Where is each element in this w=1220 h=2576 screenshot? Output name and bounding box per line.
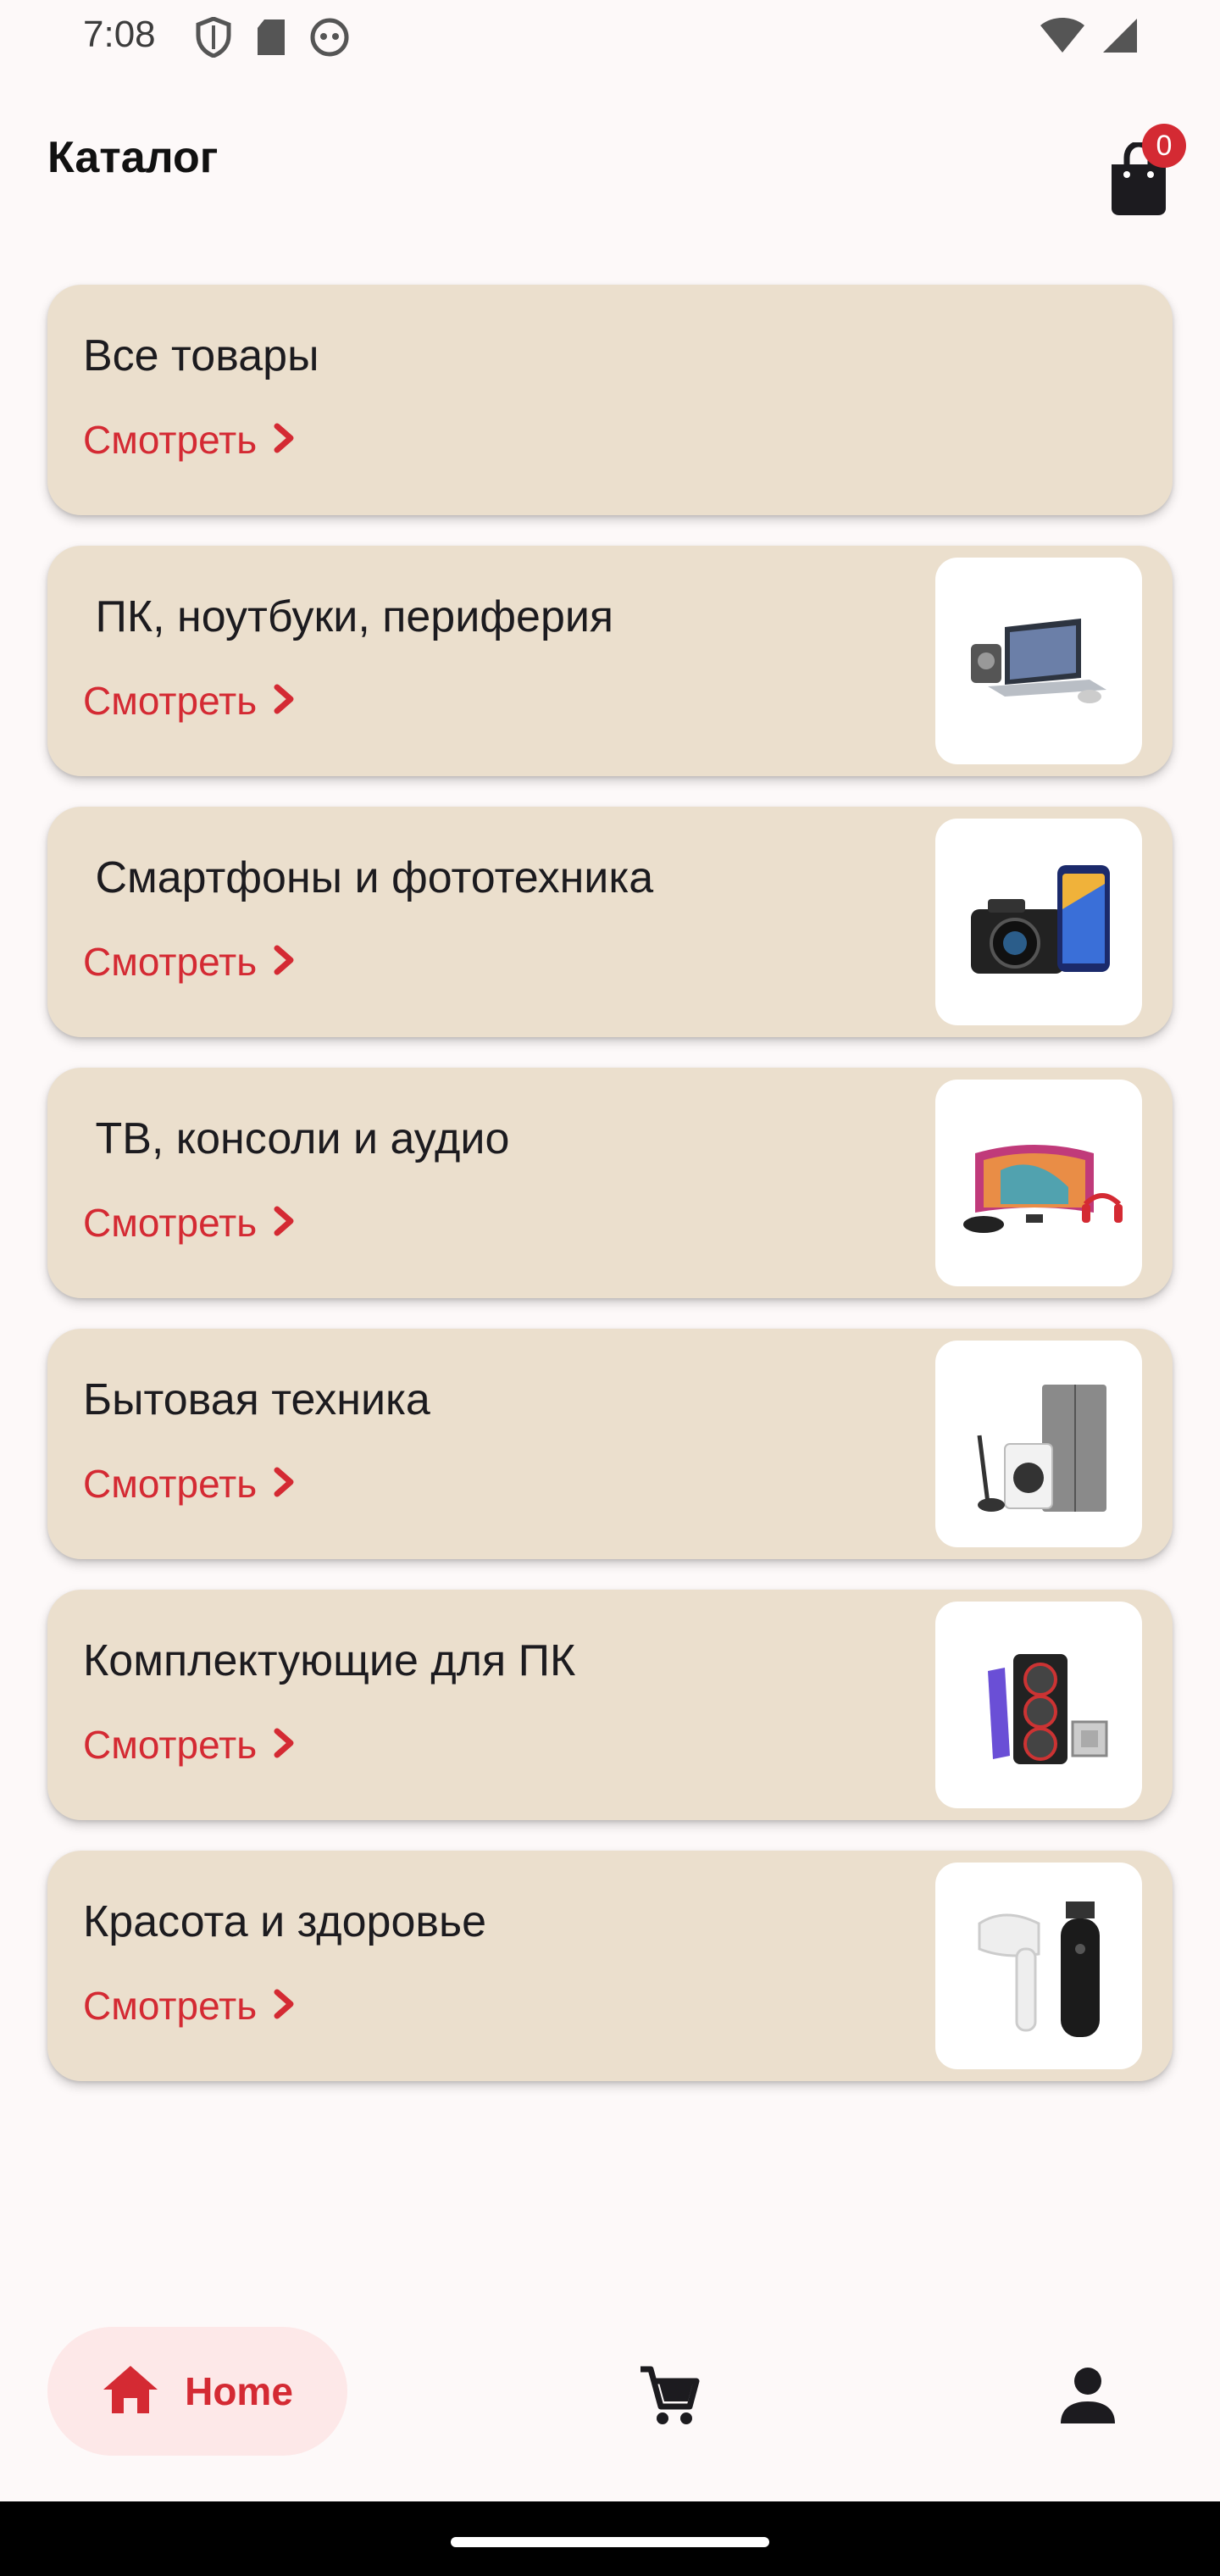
card-title: ТВ, консоли и аудио	[83, 1114, 510, 1163]
appliances-image	[935, 1341, 1142, 1547]
chevron-right-icon	[274, 417, 296, 463]
card-title: Красота и здоровье	[83, 1897, 487, 1946]
beauty-health-image	[935, 1863, 1142, 2069]
chevron-right-icon	[274, 939, 296, 985]
nav-cart-button[interactable]	[637, 2364, 702, 2429]
view-link[interactable]: Смотреть	[83, 417, 296, 463]
status-time: 7:08	[83, 14, 156, 55]
camera-smartphone-image	[935, 819, 1142, 1025]
card-title: Смартфоны и фототехника	[83, 853, 654, 902]
nav-home-label: Home	[185, 2369, 293, 2413]
wifi-icon	[1039, 17, 1086, 58]
card-title: ПК, ноутбуки, периферия	[83, 592, 614, 641]
cart-button[interactable]: 0	[1106, 124, 1188, 217]
card-title: Комплектующие для ПК	[83, 1636, 576, 1685]
catalog-card-pc-laptops[interactable]: ПК, ноутбуки, периферия Смотреть	[47, 546, 1173, 776]
catalog-card-smartphones[interactable]: Смартфоны и фототехника Смотреть	[47, 807, 1173, 1037]
view-link[interactable]: Смотреть	[83, 939, 296, 985]
view-link[interactable]: Смотреть	[83, 1200, 296, 1246]
nav-home-button[interactable]: Home	[47, 2327, 347, 2456]
person-icon	[1056, 2368, 1120, 2432]
catalog-list: Все товары Смотреть ПК, ноутбуки, перифе…	[47, 285, 1173, 2112]
shield-icon	[195, 16, 232, 62]
chevron-right-icon	[274, 1200, 296, 1246]
catalog-card-appliances[interactable]: Бытовая техника Смотреть	[47, 1329, 1173, 1559]
catalog-card-all[interactable]: Все товары Смотреть	[47, 285, 1173, 515]
sd-card-icon	[254, 18, 288, 61]
nav-profile-button[interactable]	[1056, 2364, 1120, 2429]
laptop-peripherals-image	[935, 558, 1142, 764]
status-bar: 7:08	[0, 0, 1220, 76]
chevron-right-icon	[274, 1722, 296, 1768]
view-link[interactable]: Смотреть	[83, 1461, 296, 1507]
home-indicator[interactable]	[451, 2537, 769, 2547]
pc-components-image	[935, 1602, 1142, 1808]
card-title: Все товары	[83, 331, 319, 380]
home-icon	[102, 2364, 159, 2419]
system-nav-bar	[0, 2501, 1220, 2576]
cart-count-badge: 0	[1142, 124, 1186, 168]
page-title: Каталог	[47, 133, 219, 182]
bottom-nav: Home	[0, 2305, 1220, 2474]
robot-icon	[310, 18, 349, 61]
app-bar: Каталог 0	[0, 102, 1220, 215]
shopping-cart-icon	[637, 2366, 702, 2432]
chevron-right-icon	[274, 678, 296, 724]
catalog-card-pc-components[interactable]: Комплектующие для ПК Смотреть	[47, 1590, 1173, 1820]
card-title: Бытовая техника	[83, 1375, 430, 1424]
cell-signal-icon	[1100, 17, 1139, 58]
chevron-right-icon	[274, 1983, 296, 2029]
catalog-card-tv-audio[interactable]: ТВ, консоли и аудио Смотреть	[47, 1068, 1173, 1298]
view-link[interactable]: Смотреть	[83, 1983, 296, 2029]
chevron-right-icon	[274, 1461, 296, 1507]
tv-console-audio-image	[935, 1080, 1142, 1286]
view-link[interactable]: Смотреть	[83, 678, 296, 724]
catalog-card-beauty-health[interactable]: Красота и здоровье Смотреть	[47, 1851, 1173, 2081]
view-link[interactable]: Смотреть	[83, 1722, 296, 1768]
